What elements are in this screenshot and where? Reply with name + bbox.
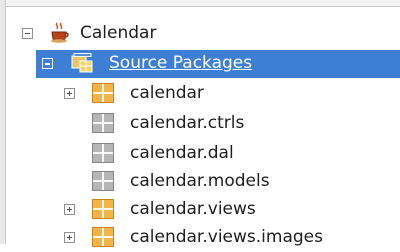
empty-package-icon <box>92 143 114 163</box>
package-label: calendar.views <box>130 199 256 219</box>
empty-package-icon <box>92 113 114 133</box>
collapse-toggle-icon[interactable] <box>42 58 53 69</box>
package-label: calendar.models <box>130 171 270 191</box>
package-label: calendar.ctrls <box>130 113 245 133</box>
empty-package-icon <box>92 171 114 191</box>
package-row-calendar-views[interactable]: calendar.views <box>6 196 400 224</box>
package-label: calendar <box>130 83 204 103</box>
package-icon <box>92 199 114 219</box>
tree-node-project[interactable]: Calendar <box>6 20 400 48</box>
package-label: calendar.dal <box>130 143 234 163</box>
package-icon <box>92 227 114 247</box>
source-packages-label: Source Packages <box>109 53 253 73</box>
expand-toggle-icon[interactable] <box>64 88 75 99</box>
package-row-calendar-ctrls[interactable]: calendar.ctrls <box>6 110 400 138</box>
package-icon <box>92 83 114 103</box>
package-row-calendar-dal[interactable]: calendar.dal <box>6 140 400 168</box>
package-label: calendar.views.images <box>130 227 323 247</box>
tree-node-source-packages[interactable]: Source Packages <box>6 50 400 78</box>
coffee-cup-icon <box>50 22 70 44</box>
expand-toggle-icon[interactable] <box>64 232 75 243</box>
collapse-toggle-icon[interactable] <box>22 28 33 39</box>
project-label: Calendar <box>80 23 157 43</box>
package-row-calendar-models[interactable]: calendar.models <box>6 168 400 196</box>
source-folder-icon <box>71 53 93 73</box>
toolbar-strip <box>0 0 400 7</box>
expand-toggle-icon[interactable] <box>64 204 75 215</box>
package-row-calendar-views-images[interactable]: calendar.views.images <box>6 224 400 252</box>
package-row-calendar[interactable]: calendar <box>6 80 400 108</box>
